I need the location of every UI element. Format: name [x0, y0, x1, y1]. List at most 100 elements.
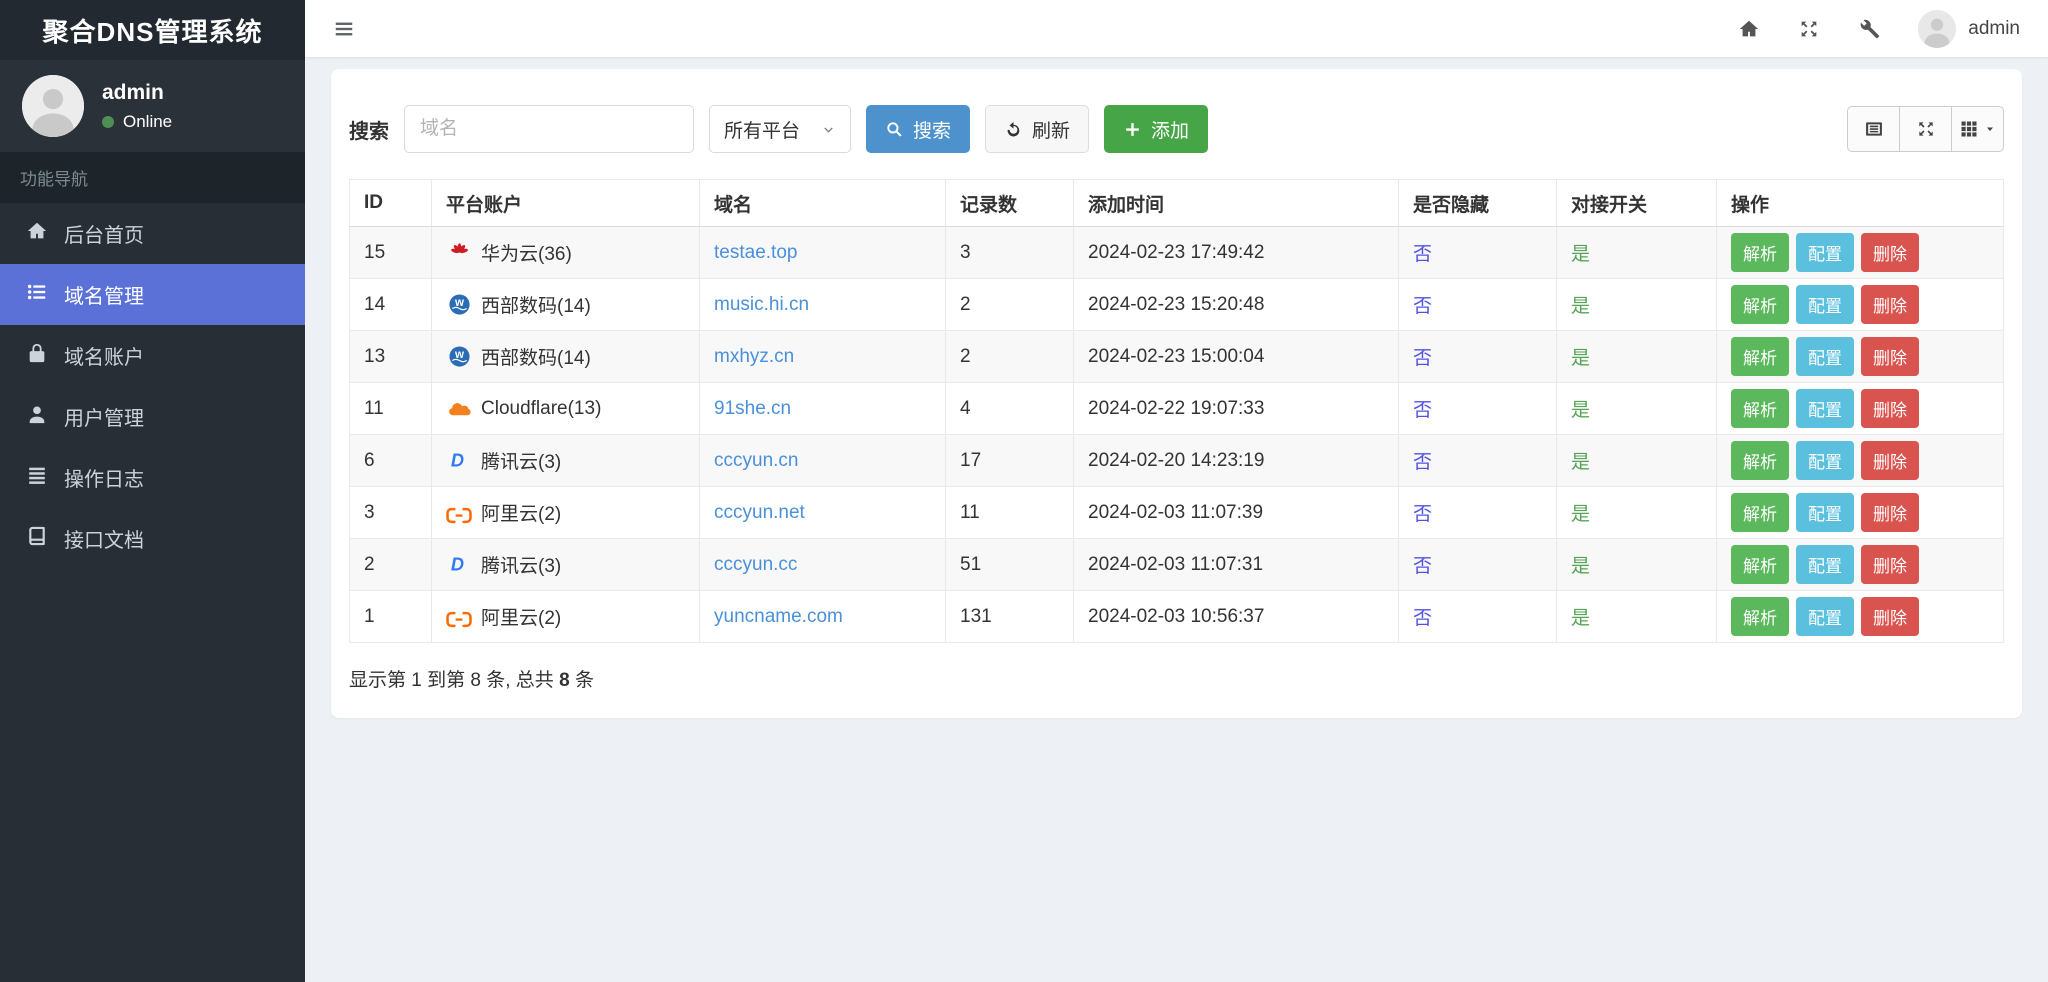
search-controls: 搜索 所有平台 搜索 刷新: [349, 105, 1209, 153]
platform-select-value: 所有平台: [724, 120, 801, 142]
column-header: 操作: [1716, 179, 2004, 227]
cell-actions: 解析 配置 删除: [1716, 226, 2004, 279]
nav-section-label: 功能导航: [0, 152, 305, 203]
cell-actions: 解析 配置 删除: [1716, 278, 2004, 331]
cell-switch: 是: [1556, 486, 1717, 539]
platform-select[interactable]: 所有平台: [709, 105, 851, 153]
aliyun-icon: [446, 611, 472, 628]
hidden-toggle-link[interactable]: 否: [1413, 348, 1432, 369]
column-header: 平台账户: [431, 179, 700, 227]
hidden-toggle-link[interactable]: 否: [1413, 244, 1432, 265]
resolve-button[interactable]: 解析: [1731, 285, 1789, 324]
west-icon: w: [446, 345, 472, 368]
hidden-toggle-link[interactable]: 否: [1413, 556, 1432, 577]
wrench-icon[interactable]: [1858, 18, 1880, 40]
hidden-toggle-link[interactable]: 否: [1413, 504, 1432, 525]
delete-button[interactable]: 删除: [1861, 441, 1919, 480]
domain-link[interactable]: music.hi.cn: [714, 294, 809, 315]
cell-records: 3: [945, 226, 1074, 279]
huawei-icon: [446, 241, 472, 264]
cell-actions: 解析 配置 删除: [1716, 382, 2004, 435]
sidebar-item-4[interactable]: 操作日志: [0, 447, 305, 508]
cell-id: 13: [349, 330, 432, 383]
detail-view-button[interactable]: [1847, 106, 1900, 152]
cell-actions: 解析 配置 删除: [1716, 486, 2004, 539]
switch-toggle-link[interactable]: 是: [1571, 556, 1590, 577]
sidebar-item-3[interactable]: 用户管理: [0, 386, 305, 447]
home-icon[interactable]: [1738, 18, 1760, 40]
domain-link[interactable]: testae.top: [714, 242, 797, 263]
columns-button[interactable]: [1951, 106, 2004, 152]
topbar-username: admin: [1968, 17, 2020, 39]
avatar: [22, 75, 84, 137]
delete-button[interactable]: 删除: [1861, 545, 1919, 584]
grid-icon: [1961, 121, 1977, 137]
switch-toggle-link[interactable]: 是: [1571, 452, 1590, 473]
cell-added-time: 2024-02-03 10:56:37: [1073, 590, 1399, 643]
config-button[interactable]: 配置: [1796, 285, 1854, 324]
config-button[interactable]: 配置: [1796, 389, 1854, 428]
switch-toggle-link[interactable]: 是: [1571, 296, 1590, 317]
config-button[interactable]: 配置: [1796, 493, 1854, 532]
delete-button[interactable]: 删除: [1861, 493, 1919, 532]
domain-link[interactable]: 91she.cn: [714, 398, 791, 419]
resolve-button[interactable]: 解析: [1731, 337, 1789, 376]
config-button[interactable]: 配置: [1796, 337, 1854, 376]
resolve-button[interactable]: 解析: [1731, 233, 1789, 272]
table-fullscreen-button[interactable]: [1899, 106, 1952, 152]
sidebar-item-1[interactable]: 域名管理: [0, 264, 305, 325]
search-button[interactable]: 搜索: [866, 105, 971, 153]
config-button[interactable]: 配置: [1796, 233, 1854, 272]
pagination-summary: 显示第 1 到第 8 条, 总共 8 条: [349, 670, 594, 691]
delete-button[interactable]: 删除: [1861, 233, 1919, 272]
cell-switch: 是: [1556, 538, 1717, 591]
cell-platform: 阿里云(2): [431, 486, 700, 539]
switch-toggle-link[interactable]: 是: [1571, 244, 1590, 265]
switch-toggle-link[interactable]: 是: [1571, 608, 1590, 629]
switch-toggle-link[interactable]: 是: [1571, 504, 1590, 525]
switch-toggle-link[interactable]: 是: [1571, 400, 1590, 421]
resolve-button[interactable]: 解析: [1731, 441, 1789, 480]
resolve-button[interactable]: 解析: [1731, 597, 1789, 636]
switch-toggle-link[interactable]: 是: [1571, 348, 1590, 369]
cloudflare-icon: [446, 401, 472, 418]
domain-link[interactable]: cccyun.net: [714, 502, 805, 523]
delete-button[interactable]: 删除: [1861, 337, 1919, 376]
fullscreen-icon[interactable]: [1798, 18, 1820, 40]
cell-platform: Cloudflare(13): [431, 382, 700, 435]
delete-button[interactable]: 删除: [1861, 389, 1919, 428]
refresh-button[interactable]: 刷新: [985, 105, 1090, 153]
user-menu[interactable]: admin: [1918, 9, 2020, 48]
list-icon: [26, 281, 48, 309]
search-label: 搜索: [349, 120, 389, 143]
resolve-button[interactable]: 解析: [1731, 493, 1789, 532]
domain-link[interactable]: cccyun.cn: [714, 450, 798, 471]
sidebar-item-5[interactable]: 接口文档: [0, 508, 305, 569]
west-icon: w: [446, 293, 472, 316]
hidden-toggle-link[interactable]: 否: [1413, 400, 1432, 421]
domain-link[interactable]: mxhyz.cn: [714, 346, 794, 367]
domain-link[interactable]: yuncname.com: [714, 606, 843, 627]
delete-button[interactable]: 删除: [1861, 597, 1919, 636]
hidden-toggle-link[interactable]: 否: [1413, 296, 1432, 317]
resolve-button[interactable]: 解析: [1731, 389, 1789, 428]
search-input[interactable]: [404, 105, 694, 153]
resolve-button[interactable]: 解析: [1731, 545, 1789, 584]
hidden-toggle-link[interactable]: 否: [1413, 608, 1432, 629]
config-button[interactable]: 配置: [1796, 545, 1854, 584]
config-button[interactable]: 配置: [1796, 441, 1854, 480]
sidebar-item-0[interactable]: 后台首页: [0, 203, 305, 264]
sidebar-toggle-icon[interactable]: [333, 18, 355, 40]
domain-link[interactable]: cccyun.cc: [714, 554, 797, 575]
column-header: ID: [349, 179, 432, 227]
topbar: admin: [305, 0, 2048, 57]
sidebar-item-2[interactable]: 域名账户: [0, 325, 305, 386]
config-button[interactable]: 配置: [1796, 597, 1854, 636]
cell-platform: D 腾讯云(3): [431, 434, 700, 487]
cell-domain: 91she.cn: [699, 382, 946, 435]
table-row: 11 Cloudflare(13) 91she.cn 4 2024-02-22 …: [349, 382, 2004, 435]
table-row: 15 华为云(36) testae.top 3 2024-02-23 17:49…: [349, 226, 2004, 279]
hidden-toggle-link[interactable]: 否: [1413, 452, 1432, 473]
add-button[interactable]: 添加: [1104, 105, 1209, 153]
delete-button[interactable]: 删除: [1861, 285, 1919, 324]
